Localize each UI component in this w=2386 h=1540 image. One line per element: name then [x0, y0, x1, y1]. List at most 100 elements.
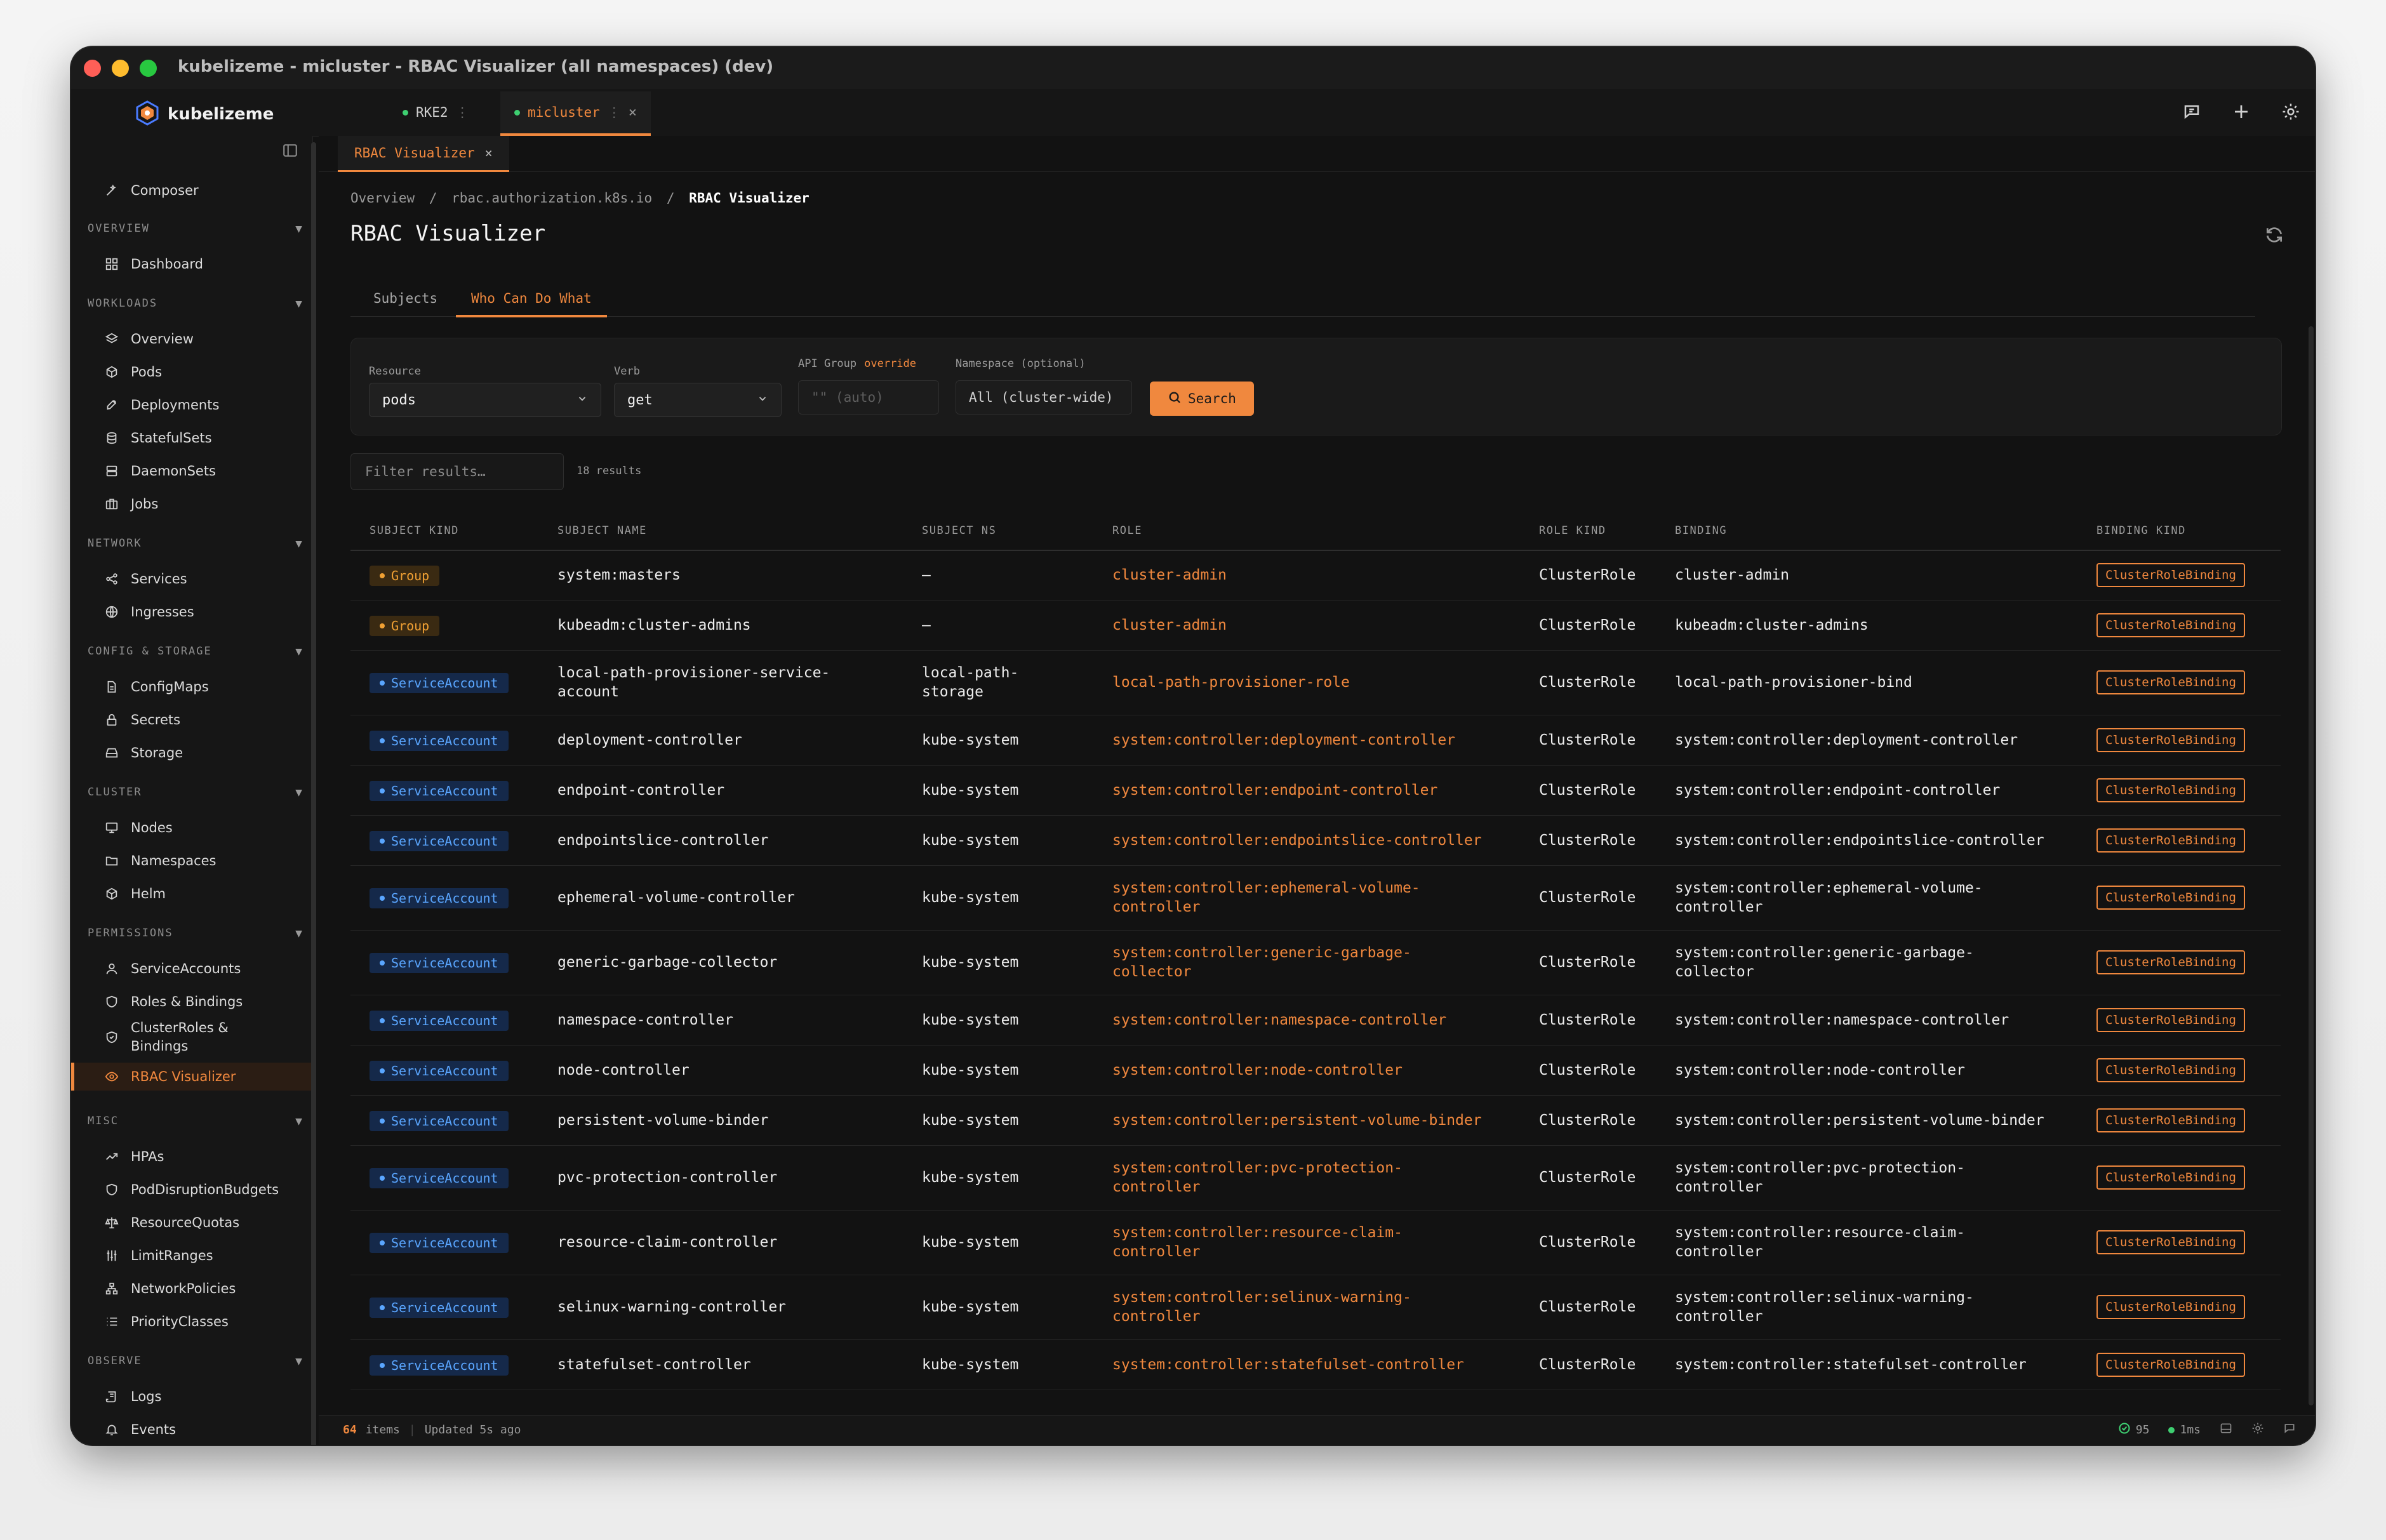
search-button[interactable]: Search [1150, 382, 1254, 416]
sidebar-item-composer[interactable]: Composer [71, 176, 312, 204]
sidebar-scrollbar[interactable] [311, 142, 316, 1445]
table-row[interactable]: ServiceAccount node-controller kube-system… [350, 1045, 2281, 1096]
breadcrumb-group[interactable]: rbac.authorization.k8s.io [451, 190, 652, 206]
chevron-down-icon[interactable]: ▼ [295, 222, 303, 236]
sidebar-item-rbac-visualizer[interactable]: RBAC Visualizer [71, 1063, 312, 1091]
header-binding[interactable]: BINDING [1675, 524, 1727, 537]
sidebar-item-clusterroles[interactable]: ClusterRoles & Bindings [71, 1017, 312, 1058]
sidebar-item-services[interactable]: Services [71, 565, 312, 593]
chevron-down-icon[interactable]: ▼ [295, 786, 303, 799]
kebab-icon[interactable]: ⋮ [608, 105, 621, 120]
override-link[interactable]: override [864, 357, 916, 370]
section-workloads[interactable]: WORKLOADS ▼ [88, 297, 303, 310]
table-row[interactable]: ServiceAccount persistent-volume-binder ku… [350, 1095, 2281, 1146]
table-row[interactable]: Group kubeadm:cluster-admins — cluster-admi… [350, 600, 2281, 651]
tab-rbac-visualizer[interactable]: RBAC Visualizer × [338, 136, 509, 172]
sidebar-item-events[interactable]: Events [71, 1416, 312, 1444]
role-link[interactable]: cluster-admin [1112, 566, 1227, 585]
section-misc[interactable]: MISC ▼ [88, 1115, 303, 1128]
sidebar-item-quotas[interactable]: ResourceQuotas [71, 1209, 312, 1237]
table-row[interactable]: ServiceAccount endpoint-controller kube-sy… [350, 765, 2281, 816]
table-row[interactable]: ServiceAccount selinux-warning-controller… [350, 1275, 2281, 1340]
role-link[interactable]: system:controller:pvc-protection-control… [1112, 1158, 1403, 1197]
sidebar-collapse-icon[interactable] [282, 142, 298, 161]
chat-icon[interactable] [2180, 100, 2203, 123]
kebab-icon[interactable]: ⋮ [456, 105, 469, 120]
table-row[interactable]: ServiceAccount namespace-controller kube-s… [350, 995, 2281, 1045]
gear-icon[interactable] [2279, 100, 2302, 123]
table-row[interactable]: ServiceAccount generic-garbage-collector k… [350, 930, 2281, 995]
sidebar-item-statefulsets[interactable]: StatefulSets [71, 424, 312, 452]
table-row[interactable]: ServiceAccount pvc-protection-controller k… [350, 1145, 2281, 1211]
filter-results-input[interactable]: Filter results… [350, 453, 564, 490]
role-link[interactable]: system:controller:endpoint-controller [1112, 781, 1437, 800]
health-indicator[interactable]: 95 [2118, 1422, 2149, 1438]
section-network[interactable]: NETWORK ▼ [88, 537, 303, 550]
maximize-window-button[interactable] [140, 60, 157, 77]
sidebar-item-netpol[interactable]: NetworkPolicies [71, 1275, 312, 1303]
api-group-input[interactable]: "" (auto) [798, 380, 939, 415]
section-observe[interactable]: OBSERVE ▼ [88, 1355, 303, 1368]
sidebar-item-jobs[interactable]: Jobs [71, 490, 312, 518]
sidebar-item-ingresses[interactable]: Ingresses [71, 598, 312, 626]
sidebar-item-hpas[interactable]: HPAs [71, 1143, 312, 1171]
role-link[interactable]: system:controller:statefulset-controller [1112, 1355, 1464, 1374]
sidebar-item-nodes[interactable]: Nodes [71, 814, 312, 842]
tab-subjects[interactable]: Subjects [358, 282, 453, 315]
chevron-down-icon[interactable]: ▼ [295, 297, 303, 310]
section-config[interactable]: CONFIG & STORAGE ▼ [88, 645, 303, 658]
sidebar-item-logs[interactable]: Logs [71, 1383, 312, 1411]
sidebar-item-pdb[interactable]: PodDisruptionBudgets [71, 1176, 312, 1204]
table-row[interactable]: ServiceAccount deployment-controller kube-… [350, 715, 2281, 766]
chevron-down-icon[interactable]: ▼ [295, 1355, 303, 1368]
table-row[interactable]: ServiceAccount ephemeral-volume-controlle… [350, 865, 2281, 931]
close-tab-icon[interactable]: × [629, 105, 637, 121]
header-binding-kind[interactable]: BINDING KIND [2096, 524, 2186, 537]
role-link[interactable]: cluster-admin [1112, 616, 1227, 635]
resource-select[interactable]: pods [369, 383, 601, 417]
latency-indicator[interactable]: 1ms [2168, 1423, 2201, 1437]
close-window-button[interactable] [84, 60, 101, 77]
sidebar-item-pods[interactable]: Pods [71, 358, 312, 386]
cluster-tab-micluster[interactable]: micluster ⋮ × [500, 91, 651, 136]
chevron-down-icon[interactable]: ▼ [295, 645, 303, 658]
section-overview[interactable]: OVERVIEW ▼ [88, 222, 303, 236]
sidebar-item-dashboard[interactable]: Dashboard [71, 250, 312, 278]
role-link[interactable]: system:controller:deployment-controller [1112, 731, 1455, 750]
tab-who-can-do-what[interactable]: Who Can Do What [456, 282, 607, 317]
section-cluster[interactable]: CLUSTER ▼ [88, 786, 303, 799]
sidebar-item-limits[interactable]: LimitRanges [71, 1242, 312, 1270]
chat-icon[interactable] [2283, 1422, 2296, 1438]
sidebar-item-deployments[interactable]: Deployments [71, 391, 312, 419]
table-row[interactable]: ServiceAccount resource-claim-controller k… [350, 1210, 2281, 1275]
chevron-down-icon[interactable]: ▼ [295, 537, 303, 550]
role-link[interactable]: system:controller:persistent-volume-bind… [1112, 1111, 1482, 1130]
cluster-tab-rke2[interactable]: RKE2 ⋮ [389, 91, 483, 133]
chevron-down-icon[interactable]: ▼ [295, 927, 303, 940]
table-row[interactable]: ServiceAccount statefulset-controller kube… [350, 1339, 2281, 1390]
role-link[interactable]: system:controller:selinux-warning-contro… [1112, 1288, 1411, 1326]
sidebar-item-overview[interactable]: Overview [71, 325, 312, 353]
sidebar-item-roles[interactable]: Roles & Bindings [71, 988, 312, 1016]
sidebar-item-storage[interactable]: Storage [71, 739, 312, 767]
header-subject-ns[interactable]: SUBJECT NS [922, 524, 996, 537]
sidebar-item-priority[interactable]: PriorityClasses [71, 1308, 312, 1336]
header-subject-kind[interactable]: SUBJECT KIND [370, 524, 459, 537]
role-link[interactable]: system:controller:namespace-controller [1112, 1011, 1446, 1030]
role-link[interactable]: system:controller:ephemeral-volume-contr… [1112, 879, 1420, 917]
role-link[interactable]: system:controller:generic-garbage-collec… [1112, 943, 1411, 981]
panel-icon[interactable] [2220, 1422, 2232, 1438]
refresh-icon[interactable] [2264, 225, 2284, 248]
section-permissions[interactable]: PERMISSIONS ▼ [88, 927, 303, 940]
sidebar-item-configmaps[interactable]: ConfigMaps [71, 673, 312, 701]
header-role[interactable]: ROLE [1112, 524, 1142, 537]
chevron-down-icon[interactable]: ▼ [295, 1115, 303, 1128]
role-link[interactable]: system:controller:node-controller [1112, 1061, 1403, 1080]
role-link[interactable]: local-path-provisioner-role [1112, 673, 1350, 692]
close-tab-icon[interactable]: × [485, 145, 493, 161]
main-scrollbar[interactable] [2309, 326, 2314, 1405]
breadcrumb-overview[interactable]: Overview [350, 190, 415, 206]
header-subject-name[interactable]: SUBJECT NAME [557, 524, 647, 537]
minimize-window-button[interactable] [112, 60, 129, 77]
table-row[interactable]: ServiceAccount local-path-provisioner-ser… [350, 650, 2281, 715]
